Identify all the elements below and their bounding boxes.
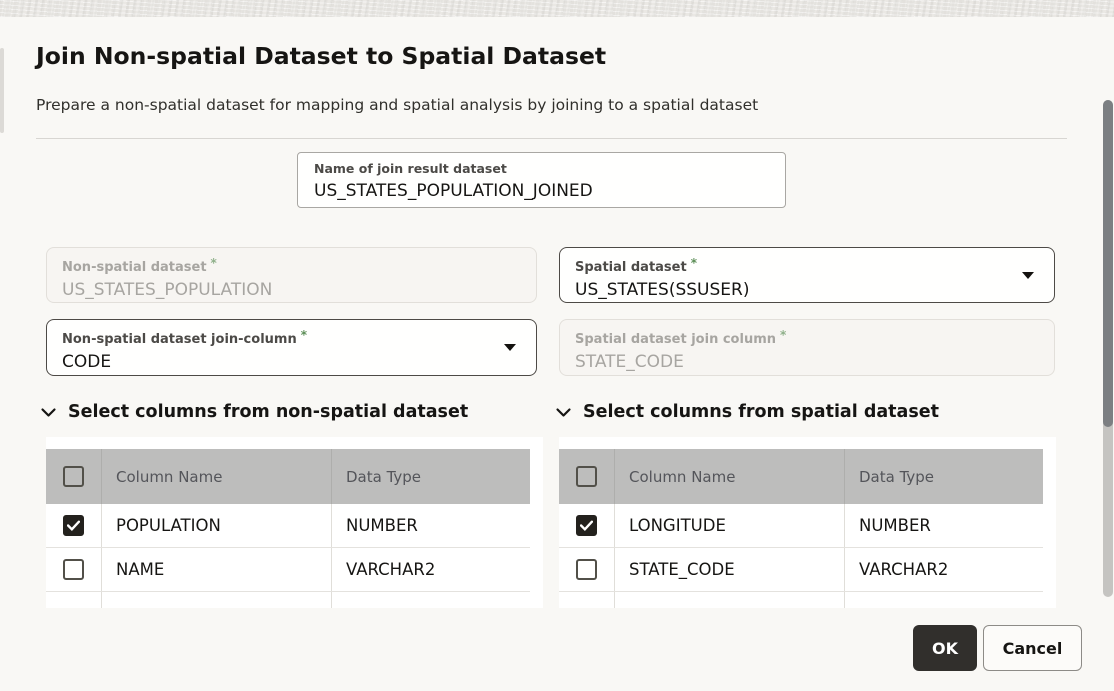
checkbox-cell — [46, 592, 102, 608]
scrollbar-track[interactable] — [1103, 100, 1113, 597]
section-heading-spatial: Select columns from spatial dataset — [583, 402, 939, 422]
data-type-cell: NUMBER — [845, 504, 1043, 547]
data-type-header: Data Type — [332, 449, 530, 504]
non-spatial-columns-section-toggle[interactable]: Select columns from non-spatial dataset — [40, 402, 468, 422]
chevron-down-icon[interactable] — [555, 404, 572, 421]
ok-button[interactable]: OK — [913, 625, 977, 671]
row-checkbox[interactable] — [63, 515, 84, 536]
column-name-cell: STATE_CODE — [615, 548, 845, 591]
data-type-cell: NUMBER — [332, 504, 530, 547]
cancel-button[interactable]: Cancel — [983, 625, 1082, 671]
checkbox-cell — [559, 592, 615, 608]
cell-text: NAME — [116, 560, 164, 579]
table-header-row: Column Name Data Type — [559, 449, 1043, 504]
cell-text: LONGITUDE — [629, 516, 726, 535]
spatial-columns-section-toggle[interactable]: Select columns from spatial dataset — [555, 402, 939, 422]
select-all-checkbox[interactable] — [576, 466, 597, 487]
scrollbar-thumb[interactable] — [1103, 100, 1113, 427]
column-name-cell: POPULATION — [102, 504, 332, 547]
checkbox-cell — [46, 504, 102, 547]
cell-text: VARCHAR2 — [346, 560, 435, 579]
non-spatial-join-column-label: Non-spatial dataset join-column * — [62, 327, 521, 348]
join-result-name-label: Name of join result dataset — [314, 161, 769, 177]
spatial-dataset-label: Spatial dataset * — [575, 255, 1039, 276]
column-name-header: Column Name — [615, 449, 845, 504]
column-name-cell — [102, 592, 332, 608]
header-label: Column Name — [116, 468, 222, 486]
select-all-cell — [46, 449, 102, 504]
window-texture-strip — [0, 0, 1114, 17]
cell-text: STATE_CODE — [629, 560, 735, 579]
dropdown-caret-icon[interactable] — [504, 344, 516, 351]
checkbox-cell — [559, 548, 615, 591]
table-header-row: Column Name Data Type — [46, 449, 530, 504]
non-spatial-dataset-label: Non-spatial dataset * — [62, 255, 521, 276]
spatial-join-column-label: Spatial dataset join column * — [575, 327, 1039, 348]
data-type-cell: VARCHAR2 — [332, 548, 530, 591]
column-name-cell: LONGITUDE — [615, 504, 845, 547]
field-label-text: Non-spatial dataset join-column — [62, 332, 297, 347]
dialog-description: Prepare a non-spatial dataset for mappin… — [36, 96, 758, 114]
row-checkbox[interactable] — [63, 559, 84, 580]
spatial-join-column-value: STATE_CODE — [575, 350, 1039, 374]
header-label: Data Type — [859, 468, 934, 486]
spatial-dataset-value[interactable]: US_STATES(SSUSER) — [575, 278, 1039, 302]
checkbox-cell — [559, 504, 615, 547]
non-spatial-join-column-value[interactable]: CODE — [62, 350, 521, 374]
non-spatial-dataset-field: Non-spatial dataset * US_STATES_POPULATIO… — [46, 247, 537, 303]
non-spatial-columns-table: Column Name Data Type POPULATION NUMBER … — [46, 437, 543, 608]
row-checkbox[interactable] — [576, 515, 597, 536]
cell-text: NUMBER — [346, 516, 418, 535]
spatial-join-column-field: Spatial dataset join column * STATE_CODE — [559, 319, 1055, 376]
required-asterisk: * — [780, 328, 786, 342]
column-name-cell — [615, 592, 845, 608]
field-label-text: Spatial dataset join column — [575, 332, 776, 347]
table-row[interactable]: LONGITUDE NUMBER — [559, 504, 1043, 548]
select-all-checkbox[interactable] — [63, 466, 84, 487]
non-spatial-dataset-value: US_STATES_POPULATION — [62, 278, 521, 302]
header-label: Column Name — [629, 468, 735, 486]
spatial-dataset-select[interactable]: Spatial dataset * US_STATES(SSUSER) — [559, 247, 1055, 303]
divider — [36, 138, 1067, 139]
dropdown-caret-icon[interactable] — [1022, 272, 1034, 279]
required-asterisk: * — [691, 256, 697, 270]
table-row[interactable]: POPULATION NUMBER — [46, 504, 530, 548]
data-type-cell: VARCHAR2 — [845, 548, 1043, 591]
required-asterisk: * — [301, 328, 307, 342]
column-name-cell: NAME — [102, 548, 332, 591]
join-result-name-input[interactable]: Name of join result dataset US_STATES_PO… — [297, 152, 786, 208]
select-all-cell — [559, 449, 615, 504]
cell-text: NUMBER — [859, 516, 931, 535]
cell-text: POPULATION — [116, 516, 221, 535]
left-edge-scrollbar — [0, 48, 4, 133]
section-heading-non-spatial: Select columns from non-spatial dataset — [68, 402, 468, 422]
field-label-text: Spatial dataset — [575, 260, 687, 275]
required-asterisk: * — [211, 256, 217, 270]
spatial-columns-table: Column Name Data Type LONGITUDE NUMBER S… — [559, 437, 1056, 608]
join-dialog: Join Non-spatial Dataset to Spatial Data… — [0, 0, 1114, 691]
join-result-name-value[interactable]: US_STATES_POPULATION_JOINED — [314, 179, 769, 203]
chevron-down-icon[interactable] — [40, 404, 57, 421]
table-row-partial — [46, 592, 530, 608]
page-title: Join Non-spatial Dataset to Spatial Data… — [36, 42, 606, 70]
data-type-header: Data Type — [845, 449, 1043, 504]
table-row[interactable]: STATE_CODE VARCHAR2 — [559, 548, 1043, 592]
non-spatial-join-column-select[interactable]: Non-spatial dataset join-column * CODE — [46, 319, 537, 376]
column-name-header: Column Name — [102, 449, 332, 504]
data-type-cell — [332, 592, 530, 608]
data-type-cell — [845, 592, 1043, 608]
row-checkbox[interactable] — [576, 559, 597, 580]
table-row-partial — [559, 592, 1043, 608]
table-row[interactable]: NAME VARCHAR2 — [46, 548, 530, 592]
checkbox-cell — [46, 548, 102, 591]
cell-text: VARCHAR2 — [859, 560, 948, 579]
field-label-text: Non-spatial dataset — [62, 260, 207, 275]
header-label: Data Type — [346, 468, 421, 486]
